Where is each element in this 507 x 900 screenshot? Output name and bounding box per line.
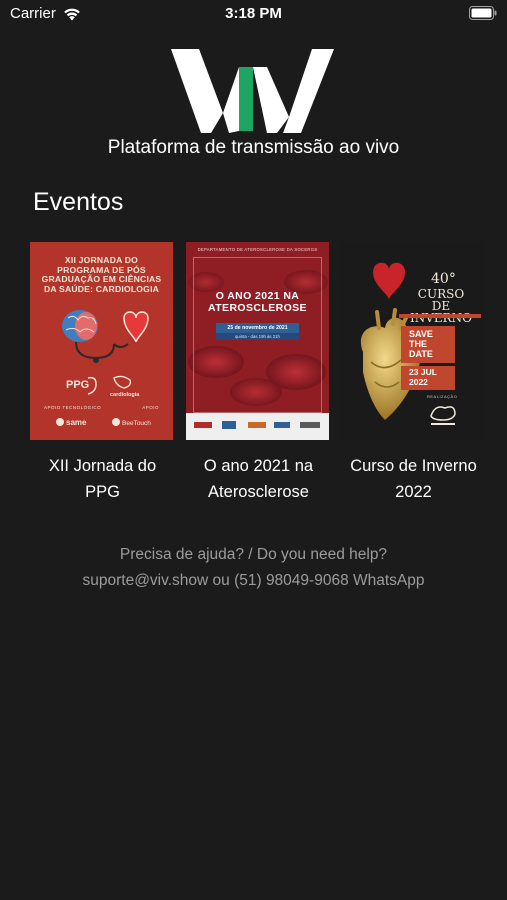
sponsor-logos: same BeeTouch (56, 418, 151, 427)
help-section: Precisa de ajuda? / Do you need help? su… (0, 542, 507, 594)
save-line1: SAVE (409, 329, 433, 339)
poster-title-line2: DE INVERNO (409, 299, 473, 325)
event-poster[interactable]: XII JORNADA DO PROGRAMA DE PÓS GRADUAÇÃO… (30, 242, 173, 440)
sponsor-beetouch: BeeTouch (122, 420, 151, 427)
event-caption[interactable]: XII Jornada do PPG (30, 453, 175, 505)
sponsor-logos (194, 421, 320, 429)
events-section-title: Eventos (33, 188, 124, 216)
ppg-institute-logos: PPG cardiologia (66, 375, 140, 398)
event-caption-line2: PPG (85, 483, 120, 501)
save-line3: DATE (409, 349, 433, 359)
realization-label: REALIZAÇÃO (427, 394, 458, 399)
poster-date-block: 23 JUL 2022 (401, 366, 455, 390)
save-the-date-block: SAVE THE DATE (401, 326, 455, 363)
battery-icon (469, 6, 497, 20)
poster-number: 40° (431, 271, 456, 287)
event-caption-line1: Curso de Inverno (350, 457, 477, 475)
event-poster[interactable]: DEPARTAMENTO DE ATEROSCLEROSE DA SOCERGS… (186, 242, 329, 440)
support-labels: APOIO TECNOLÓGICO APOIO (44, 405, 159, 410)
date-line1: 23 (409, 367, 419, 377)
poster-time: quinta - das 19h às 21h (216, 333, 299, 340)
brain-heart-illustration (62, 310, 149, 363)
event-card-aterosclerose[interactable]: DEPARTAMENTO DE ATEROSCLEROSE DA SOCERGS… (186, 242, 331, 505)
poster-band (399, 314, 481, 318)
organizer-logo (430, 406, 456, 425)
support-label: APOIO (142, 405, 159, 410)
poster-title: O ANO 2021 NA ATEROSCLEROSE (186, 290, 329, 314)
support-label-tech: APOIO TECNOLÓGICO (44, 405, 102, 410)
poster-title: XII JORNADA DO PROGRAMA DE PÓS GRADUAÇÃO… (41, 255, 162, 294)
tagline: Plataforma de transmissão ao vivo (107, 137, 400, 158)
status-bar: Carrier 3:18 PM (0, 0, 507, 28)
date-line2: JUL (420, 367, 437, 377)
event-caption-line2: 2022 (395, 483, 432, 501)
event-caption[interactable]: O ano 2021 na Aterosclerose (186, 453, 331, 505)
institute-logo-text: cardiologia (110, 392, 140, 398)
poster-sponsors-footer (186, 413, 329, 440)
poster-title-line2: ATEROSCLEROSE (208, 302, 307, 314)
save-line2: THE (409, 339, 427, 349)
event-caption-line1: O ano 2021 na (203, 457, 314, 475)
event-caption-line2: Aterosclerose (208, 483, 309, 501)
events-list: XII JORNADA DO PROGRAMA DE PÓS GRADUAÇÃO… (0, 242, 507, 512)
event-caption-line1: XII Jornada do (48, 457, 157, 475)
help-contact[interactable]: suporte@viv.show ou (51) 98049-9068 What… (0, 568, 507, 594)
event-card-xii-jornada[interactable]: XII JORNADA DO PROGRAMA DE PÓS GRADUAÇÃO… (30, 242, 175, 505)
viv-logo (171, 49, 334, 133)
poster-header: DEPARTAMENTO DE ATEROSCLEROSE DA SOCERGS (197, 247, 318, 252)
help-question: Precisa de ajuda? / Do you need help? (119, 546, 388, 563)
date-line3: 2022 (409, 376, 428, 387)
app-screen: Carrier 3:18 PM Plataforma de transmissã… (0, 0, 507, 900)
event-poster[interactable]: 40° CURSO DE INVERNO SAVE THE DATE 23 JU… (341, 242, 484, 440)
poster-title: CURSO DE INVERNO (401, 288, 481, 324)
status-time: 3:18 PM (225, 5, 282, 22)
poster-title-line1: O ANO 2021 NA (215, 290, 300, 302)
event-card-curso-inverno[interactable]: 40° CURSO DE INVERNO SAVE THE DATE 23 JU… (341, 242, 486, 505)
ppg-logo-text: PPG (66, 379, 89, 391)
poster-date: 25 de novembro de 2021 (216, 323, 299, 333)
sponsor-same: same (66, 418, 87, 427)
event-caption[interactable]: Curso de Inverno 2022 (341, 453, 486, 505)
